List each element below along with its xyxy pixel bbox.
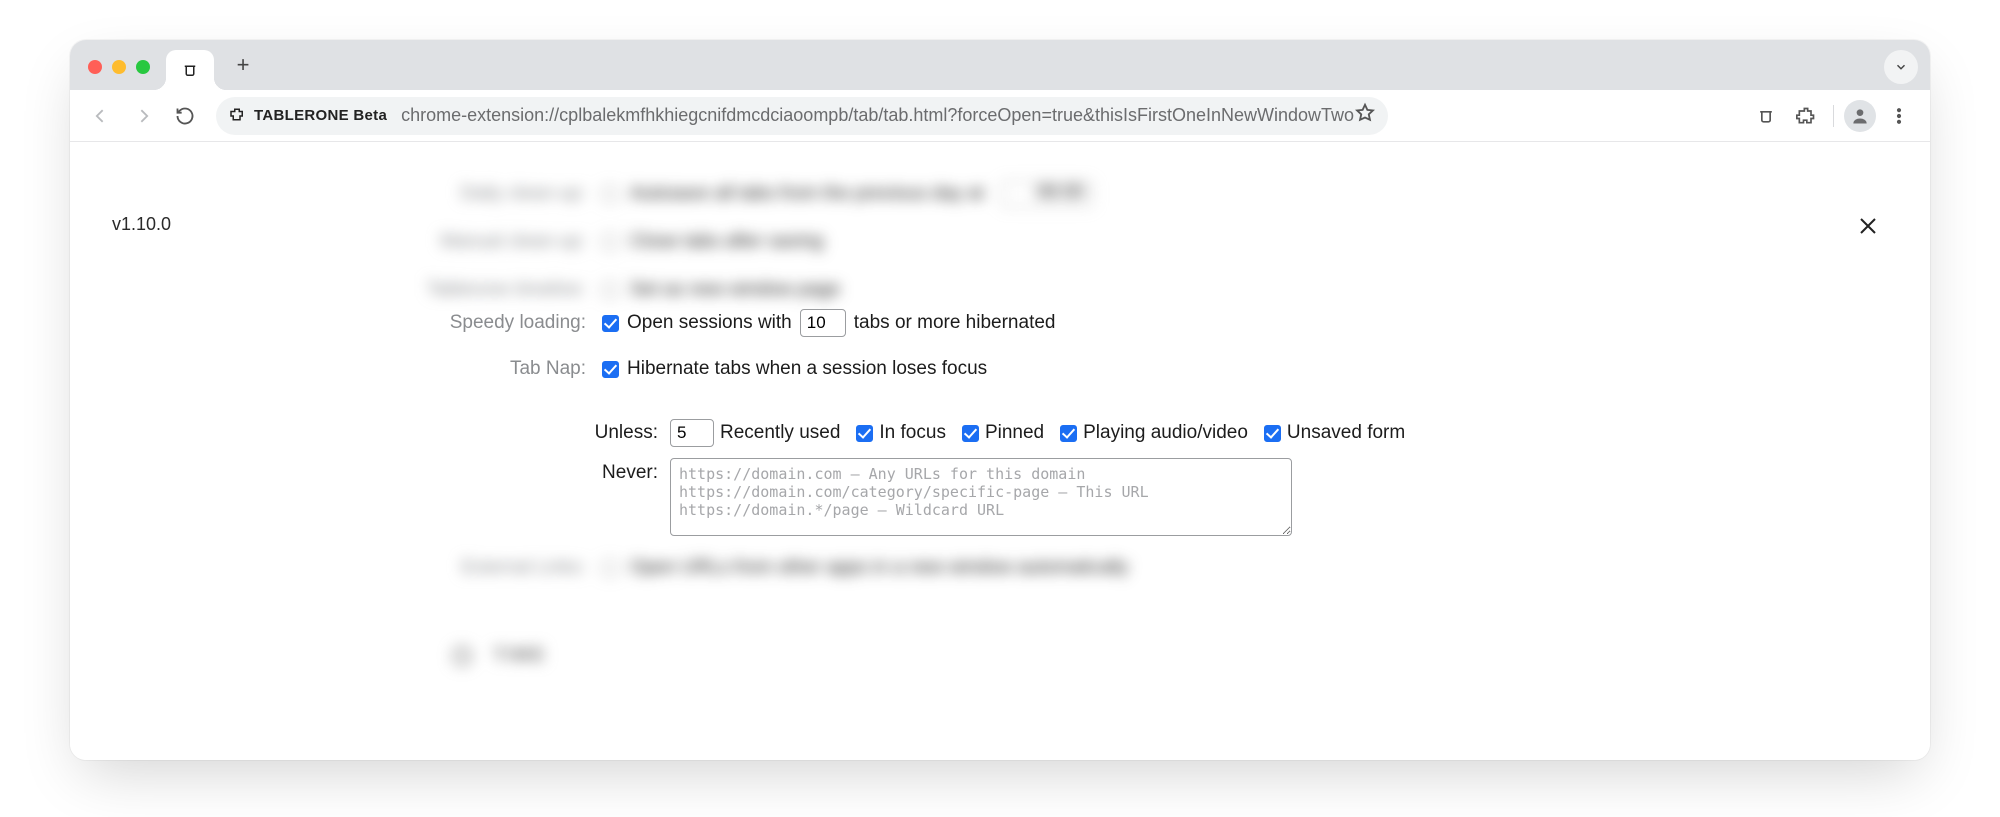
address-bar[interactable]: TABLERONE Beta chrome-extension://cplbal… <box>216 97 1388 135</box>
nav-forward-button[interactable] <box>126 99 160 133</box>
tab-nap-label: Tab Nap: <box>70 358 602 380</box>
speedy-loading-row: Speedy loading: Open sessions with tabs … <box>70 300 1930 346</box>
kebab-icon <box>1889 106 1909 126</box>
bookmark-button[interactable] <box>1354 102 1376 129</box>
speedy-threshold-input[interactable] <box>800 309 846 337</box>
browser-window: + TABLERONE Beta chrome-extension://cplb… <box>70 40 1930 760</box>
pinned-label: Pinned <box>985 422 1044 444</box>
settings-panel: Speedy loading: Open sessions with tabs … <box>70 300 1930 536</box>
window-maximize-button[interactable] <box>136 60 150 74</box>
extension-badge-text: TABLERONE Beta <box>254 107 387 124</box>
person-icon <box>1850 106 1870 126</box>
speedy-loading-label: Speedy loading: <box>70 312 602 334</box>
never-row: Never: <box>70 458 1930 536</box>
pinned-checkbox[interactable] <box>962 425 979 442</box>
window-controls <box>88 60 150 74</box>
tablerone-icon <box>181 61 199 79</box>
page-viewport: Daily clean-up: Autosave all tabs from t… <box>70 142 1930 760</box>
browser-menu-button[interactable] <box>1882 99 1916 133</box>
active-tab[interactable] <box>166 50 214 90</box>
close-icon <box>1856 214 1880 238</box>
in-focus-checkbox[interactable] <box>856 425 873 442</box>
tab-nap-row: Tab Nap: Hibernate tabs when a session l… <box>70 346 1930 392</box>
in-focus-label: In focus <box>879 422 946 444</box>
tablerone-ext-button[interactable] <box>1749 99 1783 133</box>
url-text: chrome-extension://cplbalekmfhkhiegcnifd… <box>401 105 1354 126</box>
arrow-left-icon <box>91 106 111 126</box>
arrow-right-icon <box>133 106 153 126</box>
tab-list-button[interactable] <box>1884 50 1918 84</box>
speedy-post-text: tabs or more hibernated <box>854 312 1056 334</box>
version-label: v1.10.0 <box>112 214 171 235</box>
close-button[interactable] <box>1850 208 1886 244</box>
extension-badge[interactable]: TABLERONE Beta <box>228 107 387 125</box>
extensions-button[interactable] <box>1789 99 1823 133</box>
unless-label: Unless: <box>70 422 670 444</box>
speedy-loading-checkbox[interactable] <box>602 315 619 332</box>
new-tab-button[interactable]: + <box>228 50 258 80</box>
unsaved-form-checkbox[interactable] <box>1264 425 1281 442</box>
audio-label: Playing audio/video <box>1083 422 1248 444</box>
nav-reload-button[interactable] <box>168 99 202 133</box>
toolbar-separator <box>1833 105 1834 127</box>
navbar: TABLERONE Beta chrome-extension://cplbal… <box>70 90 1930 142</box>
speedy-pre-text: Open sessions with <box>627 312 792 334</box>
tab-strip: + <box>70 40 1930 90</box>
unless-row: Unless: Recently used In focus Pinned Pl… <box>70 410 1930 456</box>
window-close-button[interactable] <box>88 60 102 74</box>
profile-button[interactable] <box>1844 100 1876 132</box>
unsaved-form-label: Unsaved form <box>1287 422 1405 444</box>
never-label: Never: <box>70 458 670 484</box>
extension-icon <box>228 107 246 125</box>
tablerone-icon <box>1756 106 1776 126</box>
chevron-down-icon <box>1894 60 1908 74</box>
never-textarea[interactable] <box>670 458 1292 536</box>
puzzle-icon <box>1796 106 1816 126</box>
recently-used-input[interactable] <box>670 419 714 447</box>
tab-nap-text: Hibernate tabs when a session loses focu… <box>627 358 987 380</box>
tab-nap-checkbox[interactable] <box>602 361 619 378</box>
reload-icon <box>175 106 195 126</box>
window-minimize-button[interactable] <box>112 60 126 74</box>
star-icon <box>1354 102 1376 124</box>
nav-back-button[interactable] <box>84 99 118 133</box>
recently-used-label: Recently used <box>720 422 840 444</box>
audio-checkbox[interactable] <box>1060 425 1077 442</box>
